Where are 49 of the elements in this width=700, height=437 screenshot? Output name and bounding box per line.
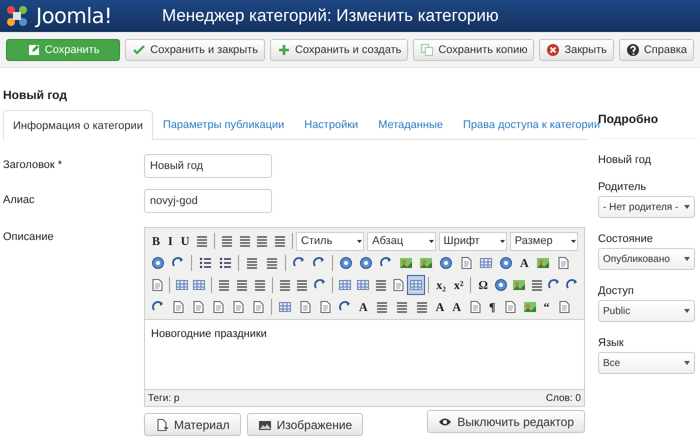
field-label: Доступ — [598, 285, 635, 297]
format-button[interactable]: ¶ — [485, 297, 500, 317]
format-button[interactable]: A — [432, 297, 448, 317]
format-button[interactable]: x₂ — [432, 275, 450, 295]
format-button[interactable]: A — [516, 253, 533, 273]
element-path: Теги: p — [148, 392, 180, 404]
format-button[interactable]: x² — [450, 275, 468, 295]
text-field[interactable]: Новый год — [144, 154, 272, 178]
text-field[interactable]: novyj-god — [144, 189, 272, 213]
toolbar-button[interactable]: Сохранить копию — [413, 38, 534, 60]
field-label: Алиас — [3, 193, 36, 206]
toggle-editor-button[interactable]: Выключить редактор — [427, 410, 585, 433]
tab[interactable]: Информация о категории — [3, 110, 153, 140]
select-field[interactable]: Опубликовано — [598, 248, 695, 270]
field-label: Состояние — [598, 233, 654, 245]
insert-button[interactable]: Изображение — [246, 413, 364, 436]
logo-text: Joomla! — [36, 4, 112, 28]
toolbar-button[interactable]: Справка — [618, 38, 694, 60]
select-field[interactable]: Все — [598, 352, 695, 374]
tab[interactable]: Метаданные — [368, 110, 453, 139]
category-name: Новый год — [598, 154, 652, 166]
field-label: Заголовок * — [3, 158, 64, 171]
format-button[interactable]: B — [148, 231, 164, 251]
insert-button[interactable]: Материал — [144, 413, 241, 436]
format-dropdown[interactable]: Размер — [510, 232, 578, 250]
category-heading: Новый год — [3, 88, 68, 102]
toolbar-button[interactable]: Сохранить и закрыть — [125, 38, 265, 60]
field-label: Язык — [598, 337, 625, 349]
format-button[interactable]: A — [448, 297, 466, 317]
word-count: Слов: 0 — [546, 392, 581, 404]
field-label: Родитель — [598, 181, 648, 193]
format-button[interactable]: U — [176, 231, 194, 251]
field-label: Описание — [3, 230, 55, 243]
tab[interactable]: Настройки — [294, 110, 368, 139]
format-dropdown[interactable]: Стиль — [296, 232, 364, 250]
format-button[interactable]: Ω — [474, 275, 492, 295]
tab[interactable]: Параметры публикации — [152, 110, 294, 139]
format-button[interactable]: “ — [540, 297, 554, 317]
format-button[interactable]: I — [164, 231, 177, 251]
toolbar-button[interactable]: Сохранить и создать — [270, 38, 408, 60]
format-dropdown[interactable]: Абзац — [367, 232, 436, 250]
page-title: Менеджер категорий: Изменить категорию — [162, 6, 499, 26]
select-field[interactable]: Public — [598, 300, 695, 322]
format-button[interactable]: A — [355, 297, 372, 317]
select-field[interactable]: - Нет родителя - — [598, 196, 695, 218]
editor-content[interactable]: Новогодние праздники — [145, 320, 584, 389]
sidebar-title: Подробно — [598, 112, 698, 139]
toolbar-button[interactable]: Закрыть — [539, 38, 614, 60]
format-dropdown[interactable]: Шрифт — [438, 232, 507, 250]
